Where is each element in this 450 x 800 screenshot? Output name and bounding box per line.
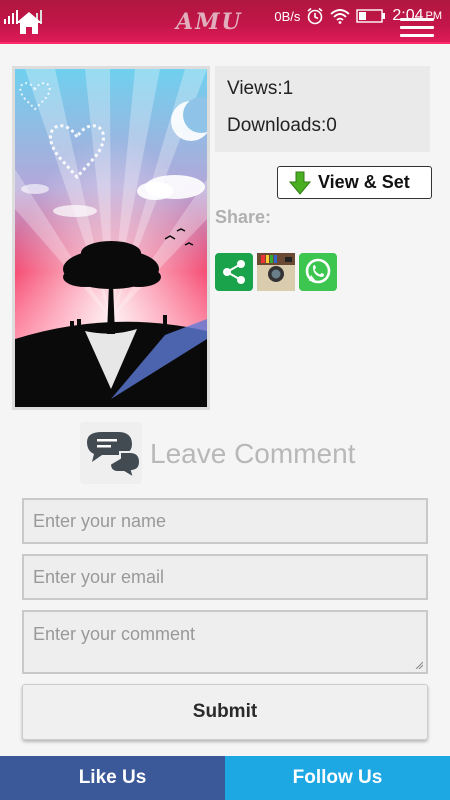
- leave-comment-title: Leave Comment: [150, 438, 356, 469]
- wallpaper-preview[interactable]: [12, 66, 210, 410]
- submit-button[interactable]: Submit: [22, 684, 428, 740]
- views-count: Views:1: [227, 78, 294, 99]
- app-header: AMU 0B/s 2:04 PM: [0, 0, 450, 44]
- view-set-button[interactable]: View & Set: [277, 166, 432, 199]
- share-icon: [223, 260, 245, 284]
- home-icon: [16, 12, 42, 34]
- like-us-button[interactable]: Like Us: [0, 756, 225, 800]
- share-icons: [215, 253, 337, 291]
- view-set-label: View & Set: [318, 172, 410, 192]
- wallpaper-image: [15, 69, 207, 407]
- battery-icon: [356, 9, 386, 23]
- comment-icon-box: [80, 422, 142, 484]
- follow-us-button[interactable]: Follow Us: [225, 756, 450, 800]
- wifi-icon: [330, 9, 350, 24]
- download-arrow-icon: [288, 171, 312, 195]
- home-button[interactable]: [14, 10, 44, 36]
- alarm-icon: [307, 7, 323, 25]
- instagram-button[interactable]: [257, 253, 295, 291]
- share-button[interactable]: [215, 253, 253, 291]
- email-input[interactable]: Enter your email: [22, 554, 428, 600]
- comment-placeholder: Enter your comment: [33, 624, 196, 644]
- instagram-icon: [257, 253, 295, 291]
- whatsapp-icon: [305, 258, 331, 284]
- share-label: Share:: [215, 207, 272, 227]
- name-input[interactable]: Enter your name: [22, 498, 428, 544]
- data-rate: 0B/s: [274, 8, 301, 24]
- menu-button[interactable]: [400, 18, 434, 38]
- menu-icon: [400, 18, 434, 21]
- resize-grip-icon[interactable]: [415, 661, 423, 669]
- app-logo: AMU: [176, 9, 243, 35]
- stats-panel: Views:1 Downloads:0: [215, 66, 430, 152]
- footer-bar: Like Us Follow Us: [0, 756, 450, 800]
- whatsapp-button[interactable]: [299, 253, 337, 291]
- comment-icon: [87, 432, 142, 481]
- comment-textarea[interactable]: Enter your comment: [22, 610, 428, 674]
- downloads-count: Downloads:0: [227, 115, 337, 136]
